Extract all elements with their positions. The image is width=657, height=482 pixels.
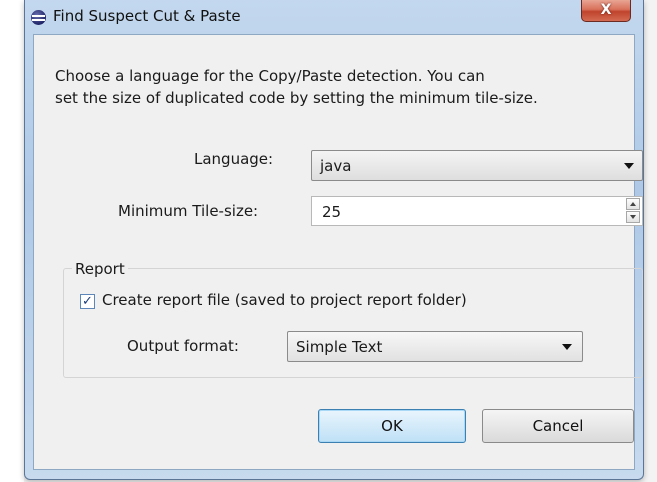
desktop-background	[0, 0, 24, 482]
description-text: Choose a language for the Copy/Paste det…	[55, 65, 635, 109]
tile-size-label: Minimum Tile-size:	[118, 202, 259, 220]
eclipse-icon	[31, 10, 46, 25]
cancel-button[interactable]: Cancel	[482, 409, 634, 443]
tile-size-value[interactable]: 25	[322, 203, 341, 221]
close-button[interactable]: X	[581, 0, 631, 22]
dialog-client-area: Choose a language for the Copy/Paste det…	[33, 34, 635, 470]
spin-down-icon[interactable]	[626, 211, 640, 223]
create-report-checkbox[interactable]: ✓	[80, 294, 95, 309]
spinner	[626, 198, 640, 224]
language-value: java	[320, 157, 352, 175]
output-format-value: Simple Text	[296, 338, 383, 356]
create-report-label[interactable]: Create report file (saved to project rep…	[102, 291, 467, 309]
report-group-label: Report	[72, 260, 128, 278]
output-format-dropdown[interactable]: Simple Text	[287, 331, 583, 362]
output-format-label: Output format:	[127, 337, 239, 355]
title-bar[interactable]: Find Suspect Cut & Paste X	[25, 0, 643, 34]
description-line-2: set the size of duplicated code by setti…	[55, 89, 538, 107]
spin-up-icon[interactable]	[626, 198, 640, 210]
tile-size-stepper[interactable]: 25	[311, 196, 643, 226]
chevron-down-icon	[624, 163, 634, 169]
find-suspect-dialog: Find Suspect Cut & Paste X Choose a lang…	[24, 0, 644, 480]
description-line-1: Choose a language for the Copy/Paste det…	[55, 67, 485, 85]
language-label: Language:	[194, 150, 274, 168]
language-dropdown[interactable]: java	[311, 150, 643, 181]
ok-button[interactable]: OK	[318, 409, 466, 443]
desktop-background-right	[644, 0, 657, 482]
chevron-down-icon	[562, 344, 572, 350]
window-title: Find Suspect Cut & Paste	[53, 7, 241, 25]
